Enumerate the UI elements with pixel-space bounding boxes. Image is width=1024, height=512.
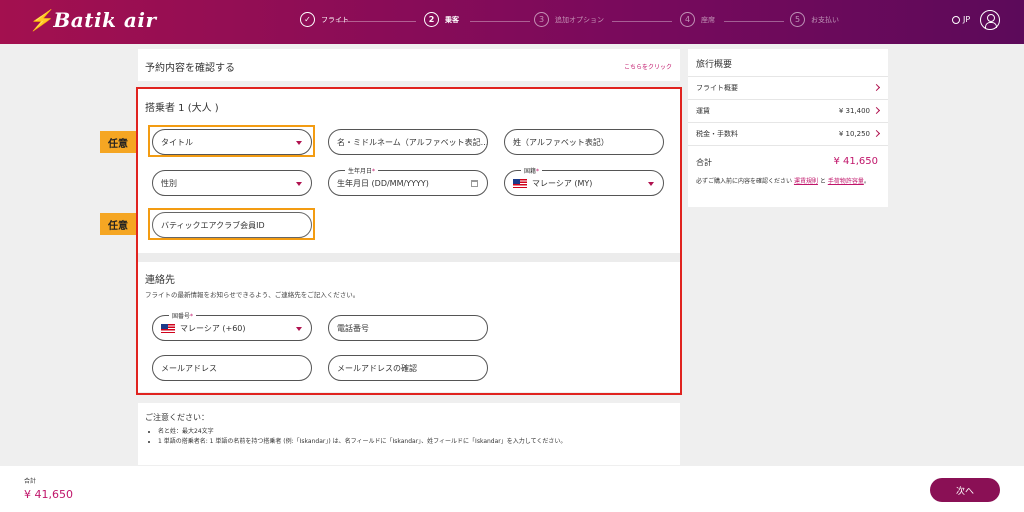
summary-row-flight[interactable]: フライト概要: [688, 76, 888, 99]
step-connector: [470, 21, 530, 22]
list-item: 1 単語の搭乗者名: 1 単語の名前を持つ搭乗者 (例:「Iskandar」) …: [158, 437, 566, 447]
optional-highlight: [148, 125, 315, 157]
brand-logo[interactable]: ⚡Batik air: [28, 8, 157, 32]
confirm-booking-bar: 予約内容を確認する こちらをクリック: [138, 49, 680, 81]
fare-rules-link[interactable]: 運賃規則: [794, 178, 818, 185]
summary-note: 必ずご購入前に内容を確認ください 運賃規則 と 手荷物許容量。: [696, 178, 870, 185]
step-seats: 4 座席: [680, 12, 715, 27]
chevron-right-icon: [872, 106, 881, 115]
trip-summary: 旅行概要 フライト概要 運賃 ¥ 31,400 税金・手数料 ¥ 10,250 …: [688, 49, 888, 207]
next-button[interactable]: 次へ: [930, 478, 1000, 502]
step-number: 3: [534, 12, 549, 27]
top-header: ⚡Batik air ✓ フライト 2 乗客 3 追加オプション 4 座席 5 …: [0, 0, 1024, 44]
summary-row-taxes[interactable]: 税金・手数料 ¥ 10,250: [688, 122, 888, 145]
step-number: 2: [424, 12, 439, 27]
language-selector[interactable]: JP: [952, 15, 970, 24]
user-account-icon[interactable]: [980, 10, 1000, 30]
step-flight[interactable]: ✓ フライト: [300, 12, 349, 27]
confirm-title: 予約内容を確認する: [145, 63, 235, 74]
check-icon: ✓: [300, 12, 315, 27]
step-label: 追加オプション: [555, 15, 604, 24]
step-number: 4: [680, 12, 695, 27]
step-label: お支払い: [811, 15, 839, 24]
optional-tag: 任意: [100, 213, 136, 235]
chevron-right-icon: [872, 129, 881, 138]
footer-total-value: ¥ 41,650: [24, 488, 73, 501]
summary-total-label: 合計: [696, 158, 712, 167]
summary-total-value: ¥ 41,650: [833, 156, 878, 167]
bottom-bar: 合計 ¥ 41,650 次へ: [0, 466, 1024, 512]
step-payment: 5 お支払い: [790, 12, 839, 27]
notice-list: 名と姓：最大24文字 1 単語の搭乗者名: 1 単語の名前を持つ搭乗者 (例:「…: [152, 427, 566, 447]
step-connector: [724, 21, 784, 22]
optional-tag: 任意: [100, 131, 136, 153]
summary-title: 旅行概要: [696, 60, 733, 70]
step-addons: 3 追加オプション: [534, 12, 604, 27]
confirm-link[interactable]: こちらをクリック: [624, 62, 672, 71]
notice-heading: ご注意ください：: [145, 413, 209, 422]
step-connector: [612, 21, 672, 22]
footer-total-label: 合計: [24, 478, 37, 485]
booking-steps: ✓ フライト 2 乗客 3 追加オプション 4 座席 5 お支払い: [300, 12, 860, 32]
step-label: フライト: [321, 15, 349, 24]
chevron-right-icon: [872, 83, 881, 92]
baggage-allowance-link[interactable]: 手荷物許容量: [828, 178, 864, 185]
globe-icon: [952, 15, 960, 24]
summary-row-fare[interactable]: 運賃 ¥ 31,400: [688, 99, 888, 122]
step-label: 乗客: [445, 15, 459, 24]
bolt-icon: ⚡: [28, 8, 54, 32]
divider: [688, 145, 888, 146]
step-number: 5: [790, 12, 805, 27]
step-passenger[interactable]: 2 乗客: [424, 12, 459, 27]
optional-highlight: [148, 208, 315, 240]
list-item: 名と姓：最大24文字: [158, 427, 566, 437]
notice-box: ご注意ください： 名と姓：最大24文字 1 単語の搭乗者名: 1 単語の名前を持…: [138, 403, 680, 465]
step-label: 座席: [701, 15, 715, 24]
